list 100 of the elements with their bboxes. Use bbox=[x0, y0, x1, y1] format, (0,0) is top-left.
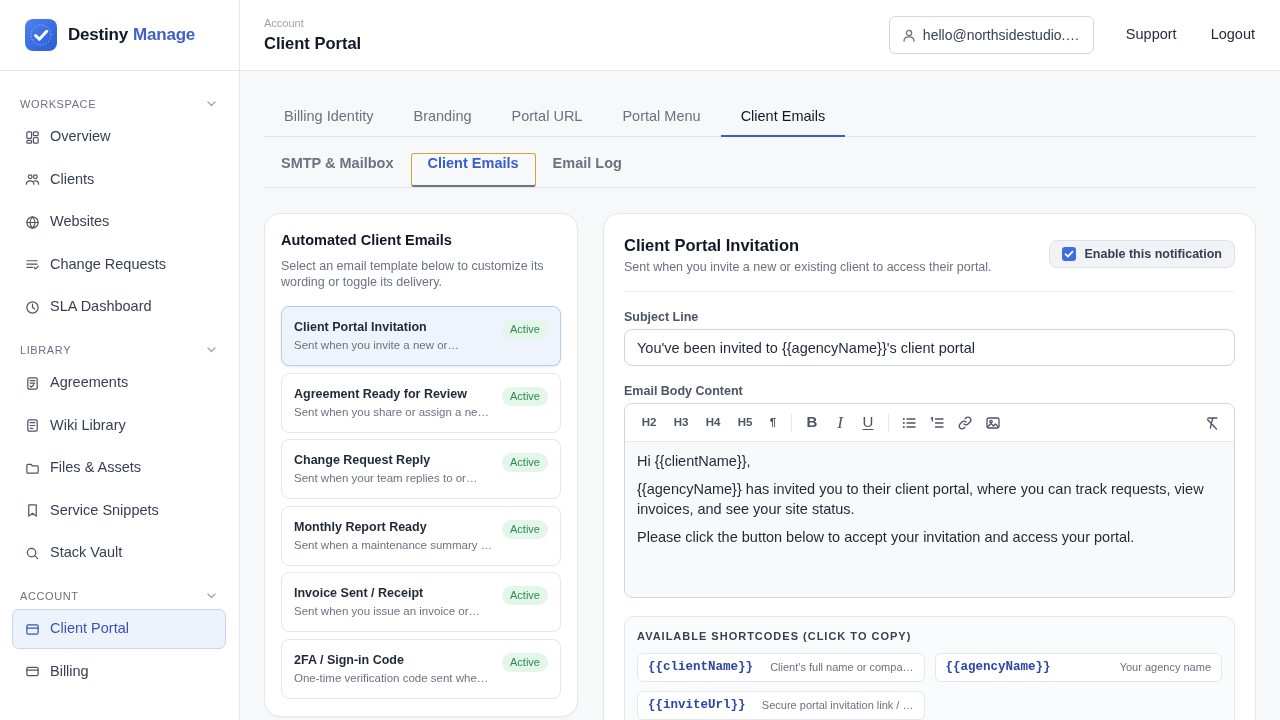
section-header[interactable]: WORKSPACE bbox=[20, 95, 216, 113]
heading-button[interactable]: H2 bbox=[633, 409, 665, 436]
status-badge: Active bbox=[502, 320, 548, 339]
template-title: 2FA / Sign-in Code bbox=[294, 651, 405, 669]
account-button[interactable]: hello@northsidestudio.… bbox=[888, 16, 1094, 54]
window-icon bbox=[25, 621, 40, 637]
template-summary: One-time verification code sent whe… bbox=[294, 670, 489, 686]
shortcode-code: {{agencyName}} bbox=[945, 659, 1051, 677]
template-item[interactable]: Client Portal Invitation Sent when you invite a new or… Active bbox=[281, 306, 561, 366]
tab[interactable]: Branding bbox=[393, 97, 492, 137]
tab[interactable]: Billing Identity bbox=[264, 97, 394, 137]
template-item[interactable]: Change Request Reply Sent when your team replies to or… Active bbox=[281, 439, 561, 499]
globe-icon bbox=[25, 214, 40, 230]
tab[interactable]: Portal URL bbox=[491, 97, 603, 137]
header-link[interactable]: Support bbox=[1113, 18, 1189, 52]
shortcode-chip[interactable]: {{clientName}} Client's full name or compa… bbox=[637, 653, 925, 682]
template-item[interactable]: Monthly Report Ready Sent when a maintenance summary … Active bbox=[281, 505, 561, 566]
editor-description: Sent when you invite a new or existing client to access their portal. bbox=[624, 259, 992, 276]
template-title: Agreement Ready for Review bbox=[294, 385, 468, 403]
document-icon bbox=[25, 418, 40, 433]
sidebar-item[interactable]: Clients bbox=[12, 159, 226, 200]
bold-button[interactable]: B bbox=[798, 409, 826, 436]
status-badge: Active bbox=[502, 586, 548, 605]
section-header[interactable]: LIBRARY bbox=[20, 341, 216, 359]
search-icon bbox=[25, 545, 40, 561]
italic-button[interactable]: I bbox=[826, 409, 854, 436]
card-description: Select an email template below to customize its wording or toggle its delivery. bbox=[281, 258, 545, 290]
template-title: Monthly Report Ready bbox=[294, 518, 428, 536]
subject-input[interactable]: You've been invited to {{agencyName}}'s client portal bbox=[624, 329, 1235, 366]
sidebar-item[interactable]: Stack Vault bbox=[12, 533, 226, 573]
page-title: Client Portal bbox=[264, 33, 362, 54]
template-summary: Sent when you invite a new or… bbox=[294, 338, 459, 353]
template-title: Change Request Reply bbox=[294, 452, 432, 469]
sub-tab[interactable]: SMTP & Mailbox bbox=[264, 153, 411, 187]
bookmark-icon bbox=[25, 503, 40, 518]
sub-tab[interactable]: Client Emails bbox=[410, 153, 536, 187]
template-item[interactable]: Invoice Sent / Receipt Sent when you issue an invoice or… Active bbox=[281, 572, 561, 632]
template-summary: Sent when a maintenance summary … bbox=[294, 537, 493, 553]
person-icon bbox=[902, 28, 915, 42]
email-body-field[interactable] bbox=[625, 442, 1234, 597]
sidebar-item[interactable]: Billing bbox=[12, 651, 226, 692]
card-icon bbox=[25, 664, 40, 679]
clock-icon bbox=[25, 299, 40, 315]
shortcode-code: {{clientName}} bbox=[648, 659, 754, 677]
enable-notification-toggle[interactable]: Enable this notification bbox=[1049, 240, 1235, 268]
template-item[interactable]: 2FA / Sign-in Code One-time verification code sent whe… Active bbox=[281, 638, 561, 699]
logo-icon bbox=[25, 19, 57, 51]
sub-tab[interactable]: Email Log bbox=[535, 153, 639, 187]
sidebar-item[interactable]: SLA Dashboard bbox=[12, 287, 226, 327]
sidebar-item[interactable]: Service Snippets bbox=[12, 490, 226, 531]
sidebar-item[interactable]: Client Portal bbox=[12, 609, 226, 649]
clear-format-icon[interactable] bbox=[1204, 414, 1220, 431]
template-title: Client Portal Invitation bbox=[294, 319, 428, 336]
app-name: Destiny bbox=[68, 24, 128, 47]
heading-button[interactable]: H5 bbox=[729, 409, 761, 436]
template-summary: Sent when you share or assign a ne… bbox=[294, 404, 489, 420]
numbered-list-icon[interactable] bbox=[929, 414, 945, 431]
body-paragraph: {{agencyName}} has invited you to their client portal, where you can track requests, view invoices, and see your site status. bbox=[637, 480, 1205, 519]
tab[interactable]: Portal Menu bbox=[602, 97, 721, 137]
sidebar-item[interactable]: Change Requests bbox=[12, 244, 226, 285]
checkbox[interactable] bbox=[1062, 247, 1077, 261]
shortcodes-title: AVAILABLE SHORTCODES (CLICK TO COPY) bbox=[637, 629, 913, 643]
paragraph-button[interactable]: ¶ bbox=[761, 409, 785, 436]
card-title: Automated Client Emails bbox=[281, 231, 453, 250]
document-check-icon bbox=[25, 375, 40, 391]
image-icon[interactable] bbox=[985, 414, 1001, 431]
sidebar-item[interactable]: Files & Assets bbox=[12, 448, 226, 488]
section-header[interactable]: ACCOUNT bbox=[20, 587, 216, 605]
sidebar-item[interactable]: Wiki Library bbox=[12, 405, 226, 446]
status-badge: Active bbox=[502, 652, 548, 672]
breadcrumb-text: Account bbox=[264, 16, 305, 30]
status-badge: Active bbox=[502, 386, 548, 406]
template-item[interactable]: Agreement Ready for Review Sent when you share or assign a ne… Active bbox=[281, 372, 561, 433]
field-label: Subject Line bbox=[624, 309, 700, 325]
body-paragraph: Please click the button below to accept your invitation and access your portal. bbox=[637, 528, 1136, 547]
field-label: Email Body Content bbox=[624, 383, 744, 399]
underline-button[interactable]: U bbox=[854, 409, 882, 436]
heading-button[interactable]: H4 bbox=[697, 409, 729, 436]
checklist-icon bbox=[25, 257, 40, 272]
status-badge: Active bbox=[502, 453, 548, 472]
editor-title: Client Portal Invitation bbox=[624, 235, 801, 256]
sidebar-item[interactable]: Websites bbox=[12, 202, 226, 242]
template-summary: Sent when your team replies to or… bbox=[294, 471, 478, 486]
shortcode-code: {{inviteUrl}} bbox=[648, 697, 746, 715]
tab[interactable]: Client Emails bbox=[720, 97, 846, 137]
layout-icon bbox=[25, 129, 40, 145]
link-icon[interactable] bbox=[957, 414, 973, 431]
shortcode-description: Secure portal invitation link / … bbox=[760, 698, 914, 714]
header-link[interactable]: Logout bbox=[1198, 18, 1267, 52]
sidebar-item[interactable]: Overview bbox=[12, 117, 226, 157]
status-badge: Active bbox=[502, 519, 548, 539]
people-icon bbox=[25, 172, 40, 187]
template-summary: Sent when you issue an invoice or… bbox=[294, 604, 481, 619]
app-name-suffix: Manage bbox=[133, 24, 196, 47]
shortcode-chip[interactable]: {{agencyName}} Your agency name bbox=[934, 653, 1222, 682]
shortcode-description: Your agency name bbox=[1118, 660, 1211, 676]
sidebar-item[interactable]: Agreements bbox=[12, 363, 226, 403]
heading-button[interactable]: H3 bbox=[665, 409, 697, 436]
body-paragraph: Hi {{clientName}}, bbox=[637, 452, 752, 471]
shortcode-chip[interactable]: {{inviteUrl}} Secure portal invitation link / … bbox=[637, 691, 925, 720]
